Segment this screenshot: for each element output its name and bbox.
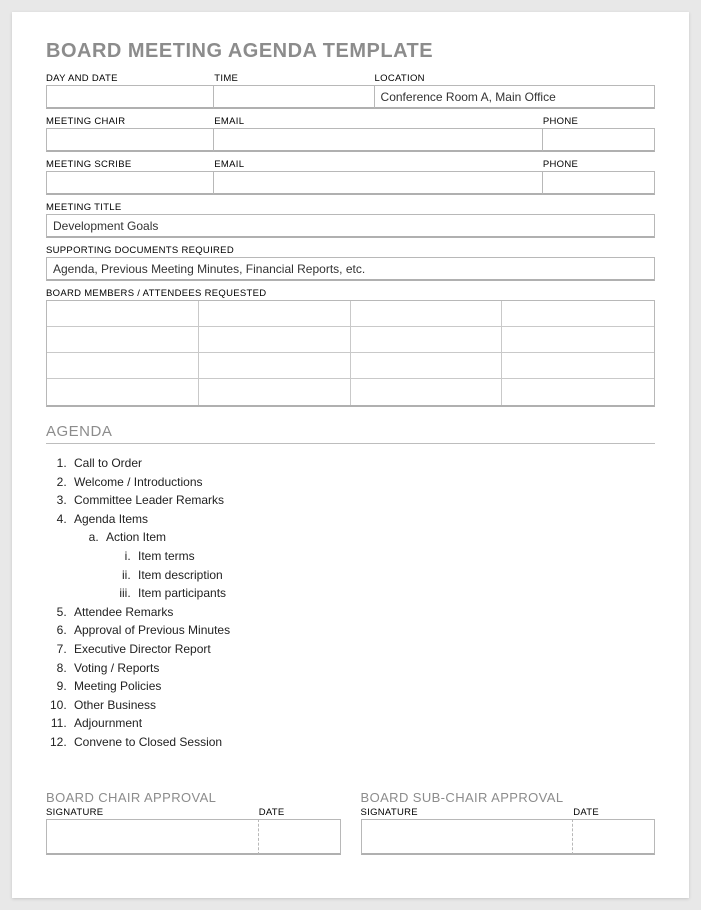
attendees-grid xyxy=(46,300,655,407)
meeting-title-block: MEETING TITLE xyxy=(46,202,655,238)
agenda-item: Adjournment xyxy=(70,714,655,733)
board-chair-approval: BOARD CHAIR APPROVAL SIGNATURE DATE xyxy=(46,790,341,855)
attendee-cell[interactable] xyxy=(351,301,503,327)
attendee-cell[interactable] xyxy=(351,353,503,379)
supporting-docs-label: SUPPORTING DOCUMENTS REQUIRED xyxy=(46,245,655,256)
attendee-cell[interactable] xyxy=(199,379,351,405)
attendee-cell[interactable] xyxy=(47,327,199,353)
chair-email-input[interactable] xyxy=(214,128,543,152)
agenda-item: Voting / Reports xyxy=(70,659,655,678)
attendee-cell[interactable] xyxy=(47,301,199,327)
scribe-email-input[interactable] xyxy=(214,171,543,195)
scribe-phone-label: PHONE xyxy=(543,159,655,170)
chair-date-field[interactable] xyxy=(259,819,341,855)
approval-row: BOARD CHAIR APPROVAL SIGNATURE DATE BOAR… xyxy=(46,790,655,855)
agenda-item-label: Agenda Items xyxy=(74,512,148,526)
date-label: DATE xyxy=(259,807,341,818)
attendee-cell[interactable] xyxy=(47,353,199,379)
subchair-date-field[interactable] xyxy=(573,819,655,855)
day-date-input[interactable] xyxy=(46,85,214,109)
scribe-phone-input[interactable] xyxy=(543,171,655,195)
chair-email-label: EMAIL xyxy=(214,116,543,127)
agenda-item: Other Business xyxy=(70,696,655,715)
agenda-item: Call to Order xyxy=(70,454,655,473)
signature-label: SIGNATURE xyxy=(46,807,259,818)
agenda-item: Welcome / Introductions xyxy=(70,473,655,492)
scribe-input[interactable] xyxy=(46,171,214,195)
chair-signature-field[interactable] xyxy=(46,819,259,855)
meeting-title-label: MEETING TITLE xyxy=(46,202,655,213)
board-subchair-approval: BOARD SUB-CHAIR APPROVAL SIGNATURE DATE xyxy=(361,790,656,855)
agenda-subitem-label: Action Item xyxy=(106,530,166,544)
board-subchair-approval-title: BOARD SUB-CHAIR APPROVAL xyxy=(361,790,656,805)
chair-phone-label: PHONE xyxy=(543,116,655,127)
attendee-cell[interactable] xyxy=(502,301,654,327)
chair-row: MEETING CHAIR EMAIL PHONE xyxy=(46,116,655,152)
board-chair-approval-title: BOARD CHAIR APPROVAL xyxy=(46,790,341,805)
agenda-item: Approval of Previous Minutes xyxy=(70,621,655,640)
location-label: LOCATION xyxy=(375,73,655,84)
agenda-item: Meeting Policies xyxy=(70,677,655,696)
attendee-cell[interactable] xyxy=(199,327,351,353)
chair-input[interactable] xyxy=(46,128,214,152)
attendee-cell[interactable] xyxy=(47,379,199,405)
signature-label: SIGNATURE xyxy=(361,807,574,818)
scribe-email-label: EMAIL xyxy=(214,159,543,170)
supporting-docs-block: SUPPORTING DOCUMENTS REQUIRED xyxy=(46,245,655,281)
agenda-item: Agenda Items Action Item Item terms Item… xyxy=(70,510,655,603)
attendee-cell[interactable] xyxy=(351,379,503,405)
subchair-signature-field[interactable] xyxy=(361,819,574,855)
chair-label: MEETING CHAIR xyxy=(46,116,214,127)
agenda-item: Convene to Closed Session xyxy=(70,733,655,752)
day-date-label: DAY AND DATE xyxy=(46,73,214,84)
supporting-docs-input[interactable] xyxy=(46,257,655,281)
attendee-cell[interactable] xyxy=(502,353,654,379)
agenda-list: Call to Order Welcome / Introductions Co… xyxy=(46,454,655,752)
chair-phone-input[interactable] xyxy=(543,128,655,152)
document-page: BOARD MEETING AGENDA TEMPLATE DAY AND DA… xyxy=(12,12,689,898)
date-time-location-row: DAY AND DATE TIME LOCATION xyxy=(46,73,655,109)
agenda-item: Executive Director Report xyxy=(70,640,655,659)
time-input[interactable] xyxy=(214,85,374,109)
time-label: TIME xyxy=(214,73,374,84)
agenda-subsubitem: Item participants xyxy=(134,584,655,603)
attendee-cell[interactable] xyxy=(199,301,351,327)
document-title: BOARD MEETING AGENDA TEMPLATE xyxy=(46,40,655,63)
attendees-label: BOARD MEMBERS / ATTENDEES REQUESTED xyxy=(46,288,655,299)
attendee-cell[interactable] xyxy=(502,327,654,353)
agenda-subsubitem: Item terms xyxy=(134,547,655,566)
date-label: DATE xyxy=(573,807,655,818)
agenda-subsubitem: Item description xyxy=(134,566,655,585)
scribe-row: MEETING SCRIBE EMAIL PHONE xyxy=(46,159,655,195)
attendee-cell[interactable] xyxy=(502,379,654,405)
agenda-heading: AGENDA xyxy=(46,423,655,444)
attendee-cell[interactable] xyxy=(351,327,503,353)
agenda-item: Committee Leader Remarks xyxy=(70,491,655,510)
agenda-subitem: Action Item Item terms Item description … xyxy=(102,528,655,602)
agenda-item: Attendee Remarks xyxy=(70,603,655,622)
location-input[interactable] xyxy=(375,85,655,109)
meeting-title-input[interactable] xyxy=(46,214,655,238)
attendee-cell[interactable] xyxy=(199,353,351,379)
scribe-label: MEETING SCRIBE xyxy=(46,159,214,170)
